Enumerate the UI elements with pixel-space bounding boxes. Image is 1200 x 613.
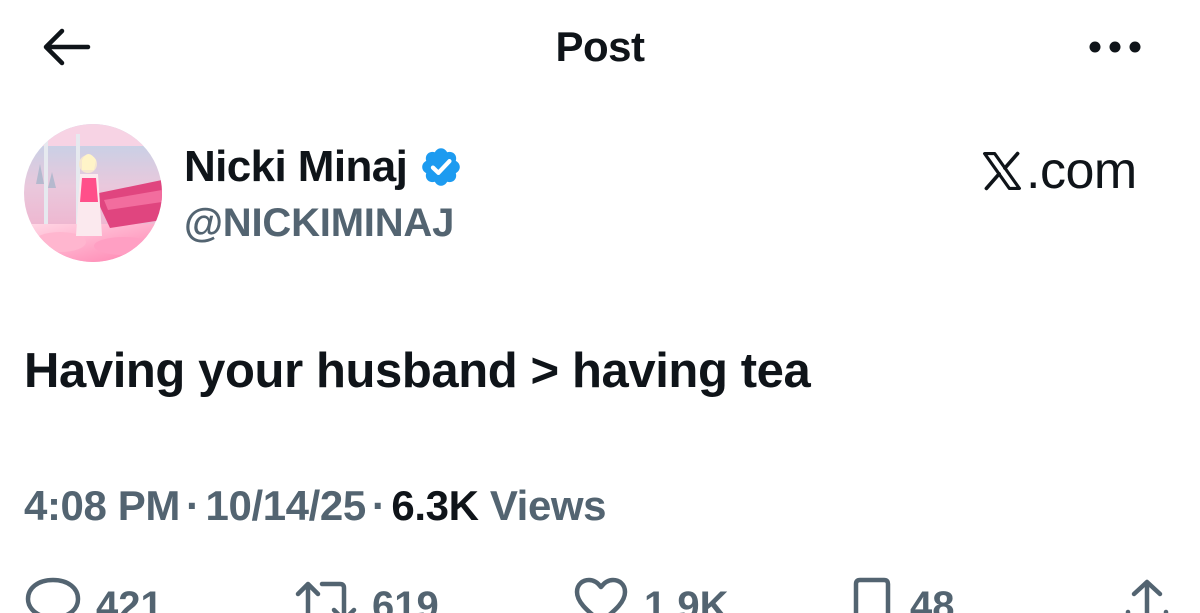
- avatar-image: [24, 124, 162, 262]
- action-bar: 421 619 1.9K 48: [0, 576, 1200, 613]
- views-count: 6.3K: [391, 482, 479, 529]
- more-options-button[interactable]: [1080, 22, 1150, 72]
- like-button[interactable]: 1.9K: [572, 576, 729, 613]
- reply-icon: [25, 577, 81, 613]
- repost-icon: [295, 581, 357, 613]
- repost-button[interactable]: 619: [294, 576, 439, 613]
- brand-watermark: .com: [980, 140, 1137, 202]
- like-count: 1.9K: [644, 584, 729, 613]
- post-time[interactable]: 4:08 PM: [24, 482, 180, 529]
- verified-badge-icon: [419, 144, 465, 190]
- heart-icon: [574, 577, 628, 613]
- author-name[interactable]: Nicki Minaj: [184, 140, 408, 194]
- meta-separator: ·: [185, 482, 200, 529]
- share-icon: [1125, 579, 1169, 613]
- bookmark-button[interactable]: 48: [848, 576, 955, 613]
- x-logo-icon: [983, 151, 1021, 191]
- more-horizontal-icon: [1089, 41, 1141, 53]
- page-title: Post: [555, 23, 645, 70]
- bookmark-count: 48: [910, 584, 955, 613]
- brand-text: .com: [1026, 142, 1137, 200]
- author-handle[interactable]: @NICKIMINAJ: [184, 196, 454, 250]
- post-meta: 4:08 PM · 10/14/25 · 6.3K Views: [24, 478, 607, 534]
- repost-count: 619: [372, 584, 439, 613]
- bookmark-icon: [853, 577, 891, 613]
- reply-count: 421: [96, 584, 163, 613]
- author-name-row[interactable]: Nicki Minaj: [184, 140, 465, 194]
- post-page: Post Nicki Minaj @NICKIMINAJ .com Having…: [0, 0, 1200, 613]
- views-label: Views: [489, 482, 607, 529]
- share-button[interactable]: [1122, 576, 1172, 613]
- reply-button[interactable]: 421: [24, 576, 163, 613]
- avatar[interactable]: [24, 124, 162, 262]
- post-text: Having your husband > having tea: [24, 344, 811, 398]
- post-date[interactable]: 10/14/25: [206, 482, 367, 529]
- meta-separator: ·: [371, 482, 386, 529]
